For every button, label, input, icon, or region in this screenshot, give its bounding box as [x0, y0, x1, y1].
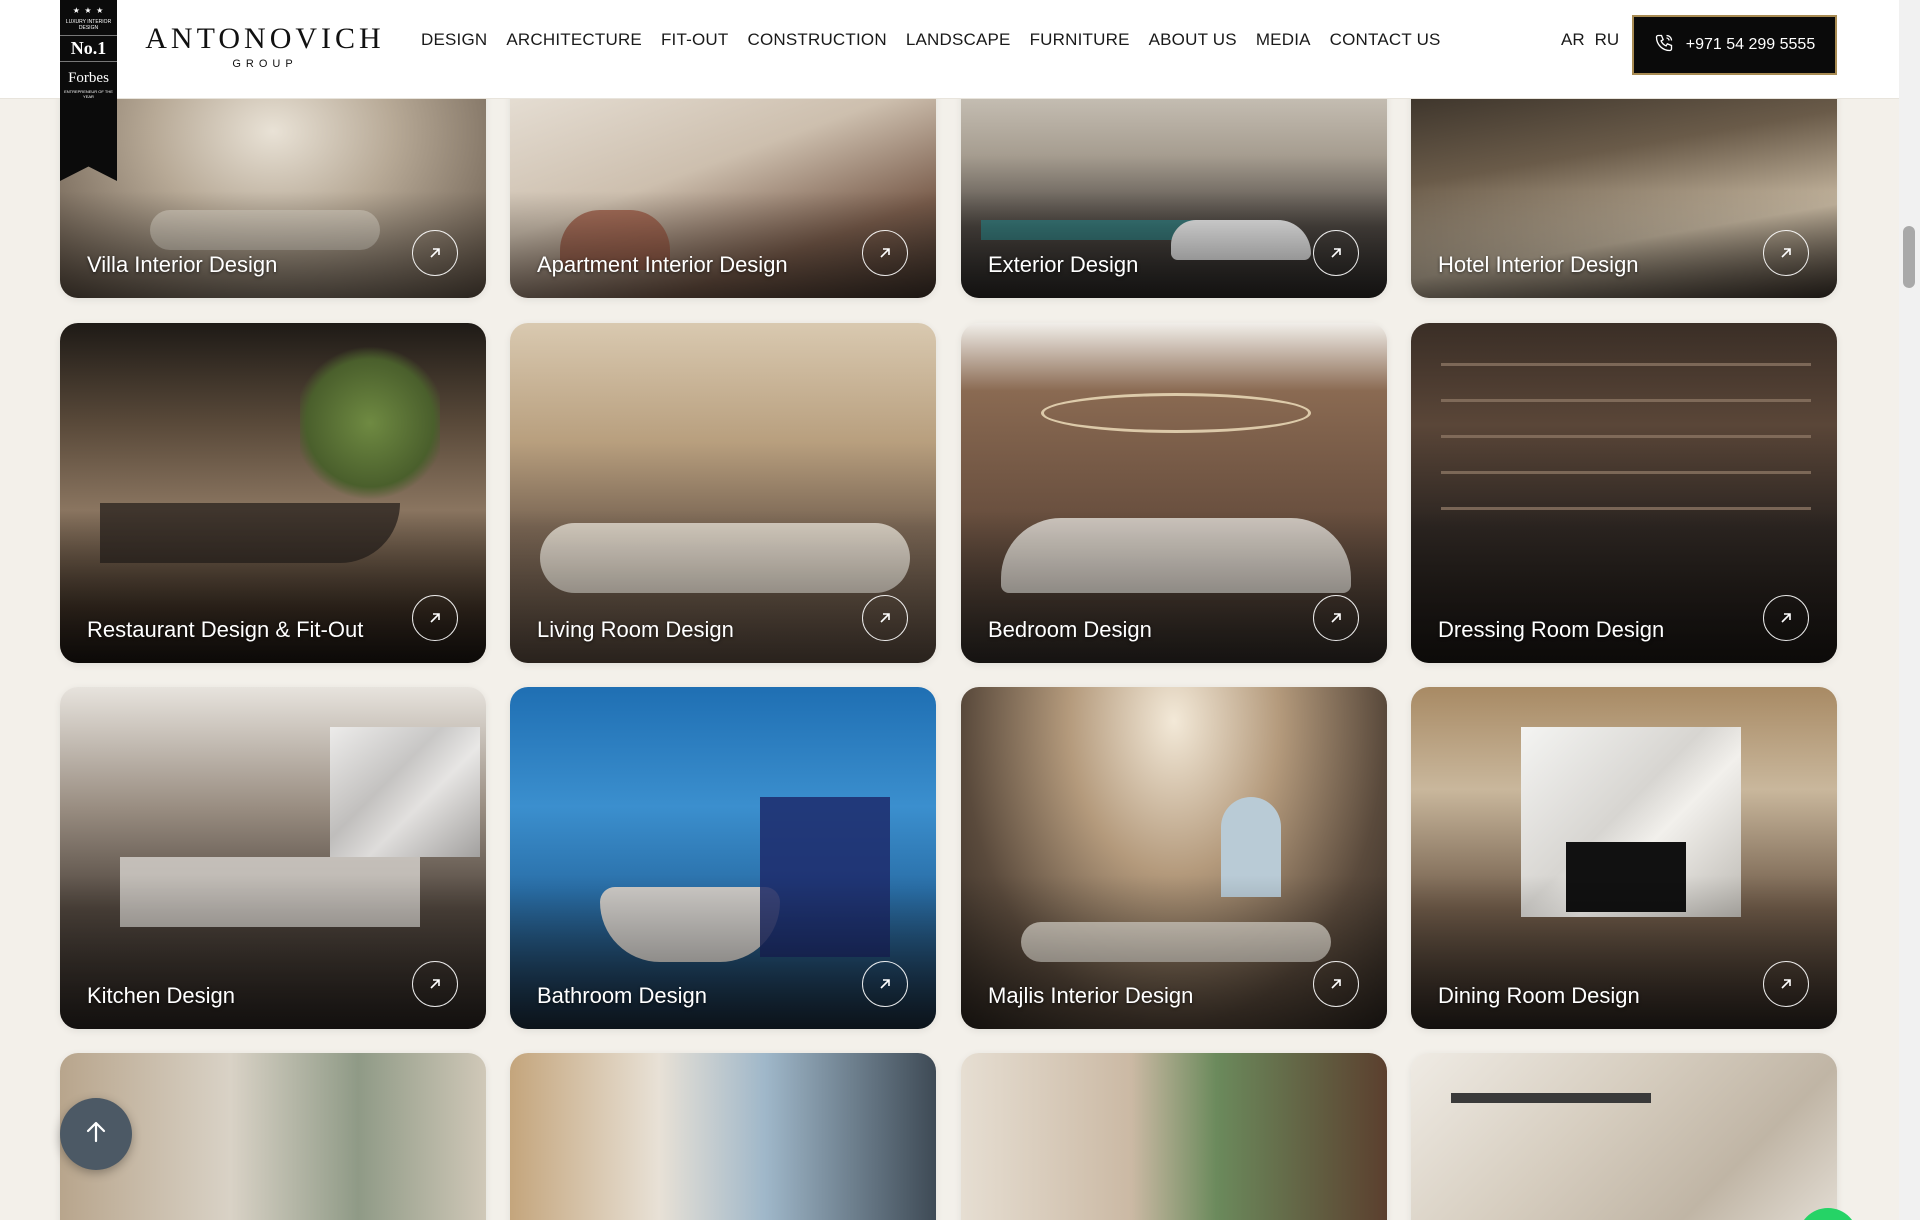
card-dressing-room[interactable]: Dressing Room Design [1411, 323, 1837, 663]
nav-media[interactable]: MEDIA [1256, 30, 1311, 50]
card-label: Dressing Room Design [1438, 617, 1665, 642]
decor-shelves [1441, 363, 1811, 513]
lang-ar[interactable]: AR [1561, 30, 1585, 50]
arrow-up-right-icon[interactable] [1313, 961, 1359, 1007]
card-living-room[interactable]: Living Room Design [510, 323, 936, 663]
decor-desk [1451, 1093, 1651, 1103]
phone-number: +971 54 299 5555 [1685, 36, 1816, 53]
card-label: Exterior Design [988, 252, 1139, 277]
badge-tagline: LUXURY INTERIOR DESIGN [65, 19, 112, 31]
card-label: Dining Room Design [1438, 983, 1640, 1008]
card-kitchen[interactable]: Kitchen Design [60, 687, 486, 1029]
logo-name: ANTONOVICH [145, 22, 385, 55]
nav-landscape[interactable]: LANDSCAPE [906, 30, 1011, 50]
card-image [961, 1053, 1387, 1220]
card-bathroom[interactable]: Bathroom Design [510, 687, 936, 1029]
card-label: Restaurant Design & Fit-Out [87, 617, 364, 642]
card-label: Bedroom Design [988, 617, 1152, 642]
badge-award: ENTREPRENEUR OF THE YEAR [64, 89, 113, 99]
card-majlis[interactable]: Majlis Interior Design [961, 687, 1387, 1029]
arrow-up-right-icon[interactable] [1763, 961, 1809, 1007]
decor-tree [300, 343, 440, 503]
card-label: Hotel Interior Design [1438, 252, 1639, 277]
lang-ru[interactable]: RU [1595, 30, 1620, 50]
main-nav: DESIGN ARCHITECTURE FIT-OUT CONSTRUCTION… [421, 30, 1460, 50]
page-scrollbar[interactable] [1899, 0, 1920, 1220]
arrow-up-icon [83, 1119, 109, 1149]
phone-icon [1654, 33, 1674, 57]
arrow-up-right-icon[interactable] [412, 595, 458, 641]
badge-stars: ★ ★ ★ [72, 6, 105, 15]
nav-furniture[interactable]: FURNITURE [1030, 30, 1130, 50]
arrow-up-right-icon[interactable] [862, 230, 908, 276]
card-label: Living Room Design [537, 617, 734, 642]
card-image [1411, 1053, 1837, 1220]
card-partial-2[interactable] [510, 1053, 936, 1220]
nav-construction[interactable]: CONSTRUCTION [747, 30, 886, 50]
card-label: Villa Interior Design [87, 252, 278, 277]
badge-rank: No.1 [60, 35, 117, 62]
card-label: Bathroom Design [537, 983, 707, 1008]
scrollbar-thumb[interactable] [1903, 226, 1915, 288]
nav-contact-us[interactable]: CONTACT US [1330, 30, 1441, 50]
card-partial-3[interactable] [961, 1053, 1387, 1220]
nav-design[interactable]: DESIGN [421, 30, 487, 50]
logo-group: GROUP [232, 58, 298, 70]
decor-chandelier [1041, 393, 1311, 433]
arrow-up-right-icon[interactable] [1313, 230, 1359, 276]
arrow-up-right-icon[interactable] [1313, 595, 1359, 641]
card-restaurant[interactable]: Restaurant Design & Fit-Out [60, 323, 486, 663]
site-logo[interactable]: ANTONOVICH GROUP [140, 22, 390, 70]
language-switcher: AR RU [1561, 30, 1629, 50]
nav-about-us[interactable]: ABOUT US [1149, 30, 1237, 50]
card-label: Kitchen Design [87, 983, 235, 1008]
card-image [510, 1053, 936, 1220]
arrow-up-right-icon[interactable] [412, 230, 458, 276]
arrow-up-right-icon[interactable] [1763, 595, 1809, 641]
site-header: ANTONOVICH GROUP DESIGN ARCHITECTURE FIT… [0, 0, 1899, 99]
card-label: Majlis Interior Design [988, 983, 1194, 1008]
arrow-up-right-icon[interactable] [412, 961, 458, 1007]
card-bedroom[interactable]: Bedroom Design [961, 323, 1387, 663]
card-dining-room[interactable]: Dining Room Design [1411, 687, 1837, 1029]
arrow-up-right-icon[interactable] [862, 595, 908, 641]
nav-fit-out[interactable]: FIT-OUT [661, 30, 729, 50]
nav-architecture[interactable]: ARCHITECTURE [506, 30, 642, 50]
forbes-award-badge: ★ ★ ★ LUXURY INTERIOR DESIGN No.1 Forbes… [60, 0, 117, 181]
arrow-up-right-icon[interactable] [1763, 230, 1809, 276]
card-label: Apartment Interior Design [537, 252, 788, 277]
decor-marble [330, 727, 480, 857]
back-to-top-button[interactable] [60, 1098, 132, 1170]
arrow-up-right-icon[interactable] [862, 961, 908, 1007]
phone-button[interactable]: +971 54 299 5555 [1632, 15, 1837, 75]
badge-publication: Forbes [68, 70, 109, 86]
card-partial-4[interactable] [1411, 1053, 1837, 1220]
